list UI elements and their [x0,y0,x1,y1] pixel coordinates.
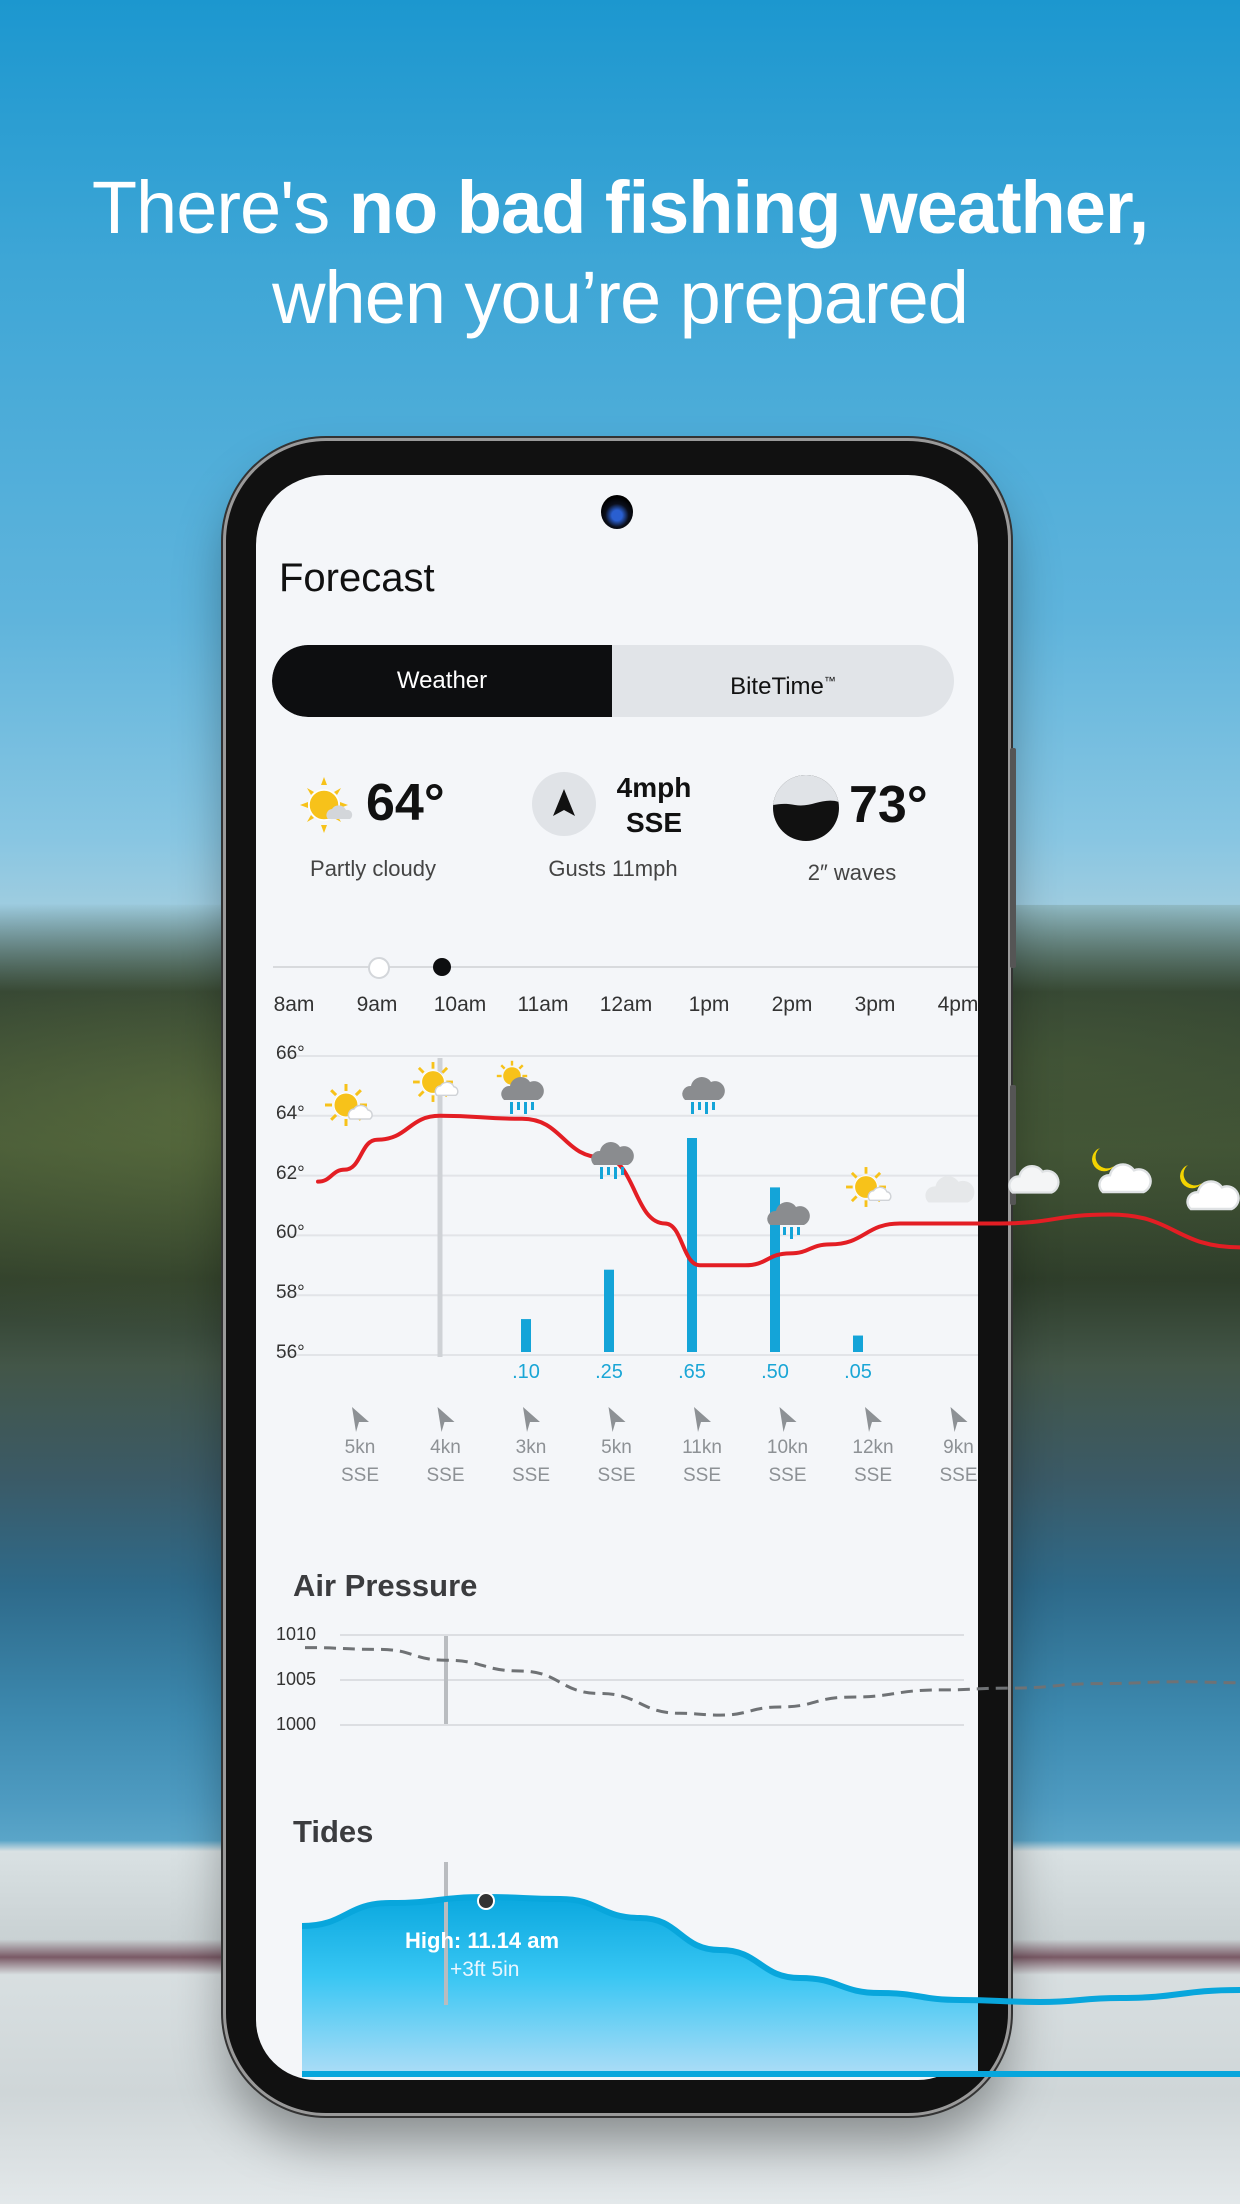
wind-speed-hourly: 9kn [943,1437,974,1458]
partly-cloudy-icon [846,1167,892,1207]
wind-arrow-icon [779,1407,797,1432]
weather-chart [280,1055,1240,2077]
sun-behind-cloud-icon [413,1062,459,1102]
wind-arrow-icon [950,1407,968,1432]
precip-bar [687,1138,697,1352]
wind-direction-hourly: SSE [597,1465,636,1486]
wind-speed-hourly: 10kn [766,1437,809,1458]
tide-area [302,1897,978,2072]
wind-direction-hourly: SSE [768,1465,807,1486]
tide-high-value: +3ft 5in [450,1958,520,1981]
wind-speed-hourly: 3kn [515,1437,547,1458]
precip-label: .10 [512,1361,540,1383]
temp-axis-label: 64° [276,1102,305,1124]
wind-speed-hourly: 12kn [852,1437,894,1458]
tide-high-marker [477,1892,495,1910]
wind-arrow-icon [608,1407,626,1432]
partly-cloudy-icon [325,1084,373,1126]
moon-icon [1180,1165,1202,1189]
temp-axis-label: 56° [276,1342,305,1363]
precip-bar [521,1319,531,1352]
wind-direction-hourly: SSE [939,1465,978,1486]
temp-axis-label: 66° [276,1043,305,1064]
precip-bar [853,1335,863,1352]
precip-bar [604,1269,614,1352]
wind-arrow-icon [523,1407,540,1432]
precip-label: .65 [678,1361,706,1383]
wind-speed-hourly: 11kn [682,1437,722,1458]
temp-axis-label: 58° [276,1282,305,1304]
precip-label: .05 [844,1361,872,1383]
precip-label: .25 [595,1361,623,1383]
cloud-icon [925,1176,975,1203]
wind-direction-hourly: SSE [340,1465,380,1486]
pressure-axis-label: 1005 [276,1669,317,1689]
wind-arrow-icon [694,1407,711,1432]
wind-speed-hourly: 4kn [430,1437,461,1458]
temp-axis-label: 60° [276,1222,305,1244]
wind-direction-hourly: SSE [426,1465,465,1486]
wind-direction-hourly: SSE [682,1465,722,1486]
wind-arrow-icon [437,1407,455,1432]
temp-axis-label: 62° [276,1162,305,1184]
pressure-axis-label: 1010 [276,1624,317,1644]
tides-title: Tides [293,1814,374,1849]
moon-icon [1092,1148,1114,1172]
rain-cloud-icon [682,1077,725,1114]
wind-speed-hourly: 5kn [344,1437,376,1458]
wind-direction-hourly: SSE [853,1465,893,1486]
wind-arrow-icon [352,1407,369,1432]
air-pressure-title: Air Pressure [293,1568,478,1603]
wind-direction-hourly: SSE [511,1465,551,1486]
cloud-icon [1008,1165,1060,1194]
wind-speed-hourly: 5kn [601,1437,632,1458]
wind-arrow-icon [865,1407,882,1432]
precip-label: .50 [761,1361,789,1383]
pressure-axis-label: 1000 [276,1714,317,1734]
tide-high-label: High: 11.14 am [405,1928,560,1953]
